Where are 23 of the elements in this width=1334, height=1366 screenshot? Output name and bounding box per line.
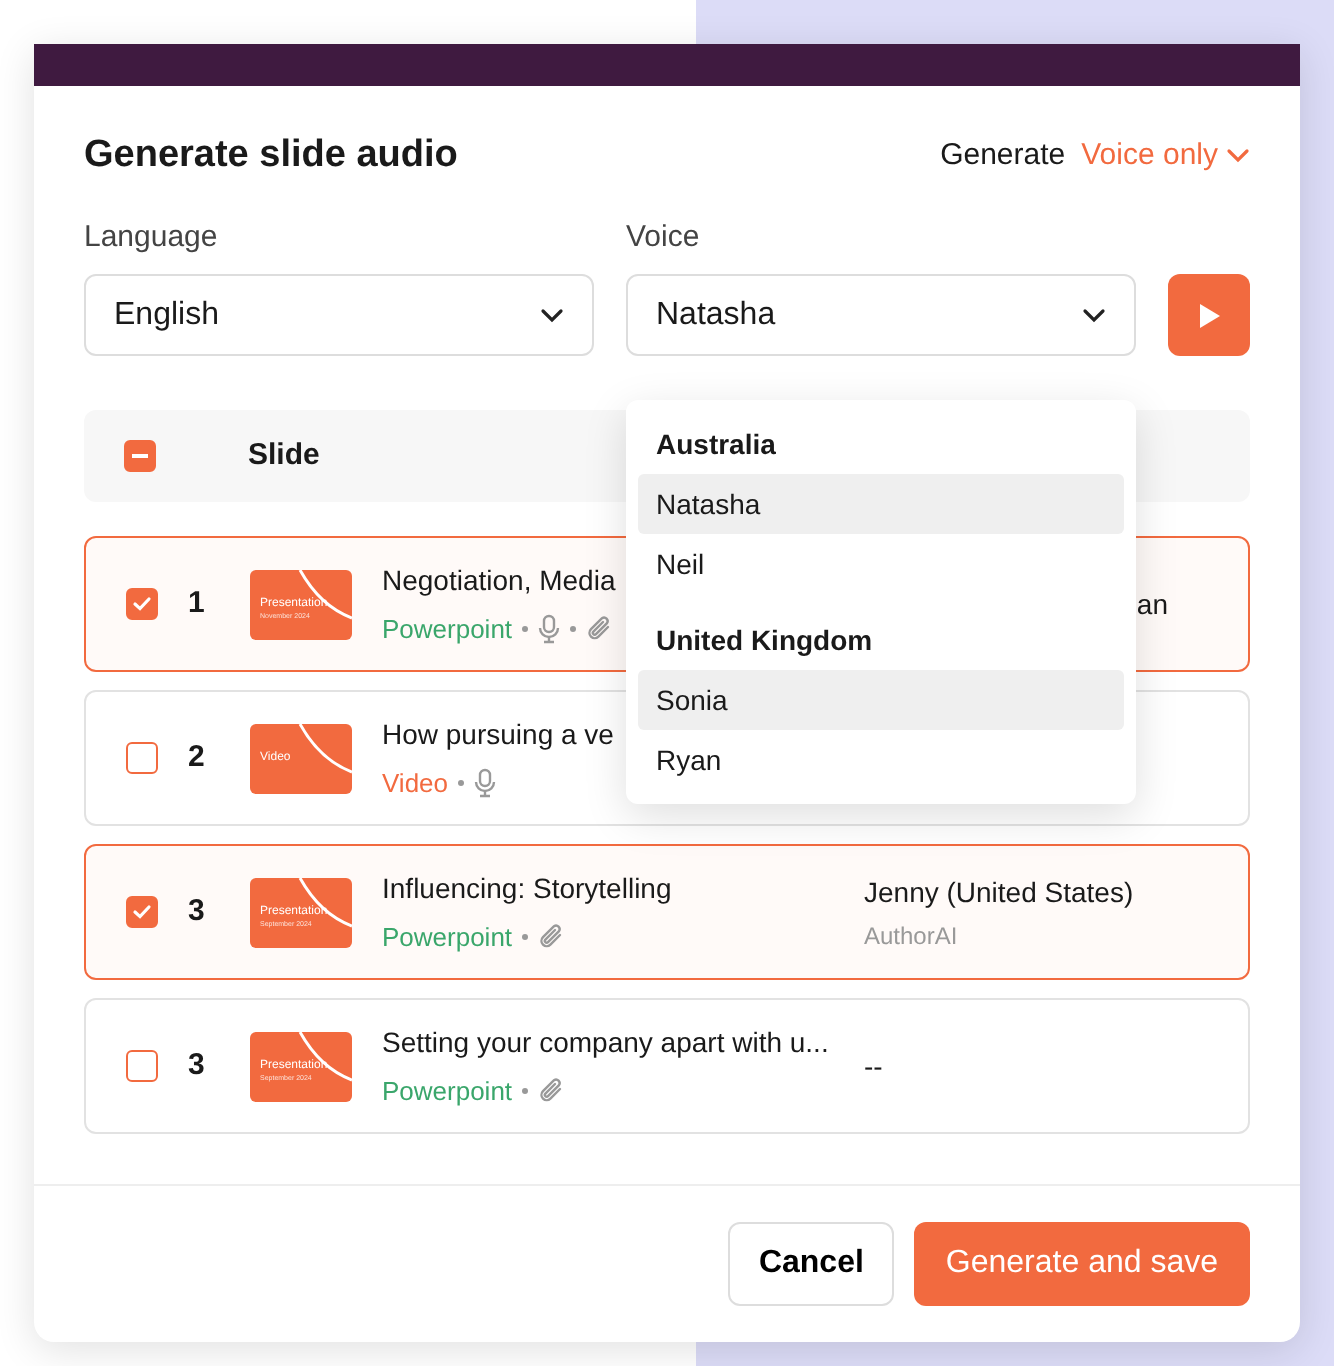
menu-group-label: Australia [654,426,778,464]
voice-name: -- [864,1048,885,1086]
slide-number: 1 [186,583,207,624]
slide-title: Influencing: Storytelling [382,869,672,907]
generate-label: Generate [940,135,1066,176]
slide-title: Negotiation, Media [382,561,616,599]
slide-title: How pursuing a ve [382,715,614,753]
slide-number: 3 [186,1045,207,1086]
voice-name: Jenny (United States) [864,873,1136,911]
language-label: Language [84,218,220,258]
voice-label: Voice [626,218,702,258]
dialog-title: Generate slide audio [84,132,458,180]
slide-type: Powerpoint [382,920,513,956]
voice-source: AuthorAI [864,919,960,953]
slide-number: 2 [186,737,207,778]
slide-number: 3 [186,891,207,932]
voice-name: an [1134,586,1168,624]
slide-type: Video [382,766,449,802]
menu-group-label: United Kingdom [654,622,875,660]
slide-type: Powerpoint [382,612,513,648]
column-header: Slide [248,435,320,476]
slide-type: Powerpoint [382,1074,513,1110]
slide-title: Setting your company apart with u... [382,1023,829,1061]
